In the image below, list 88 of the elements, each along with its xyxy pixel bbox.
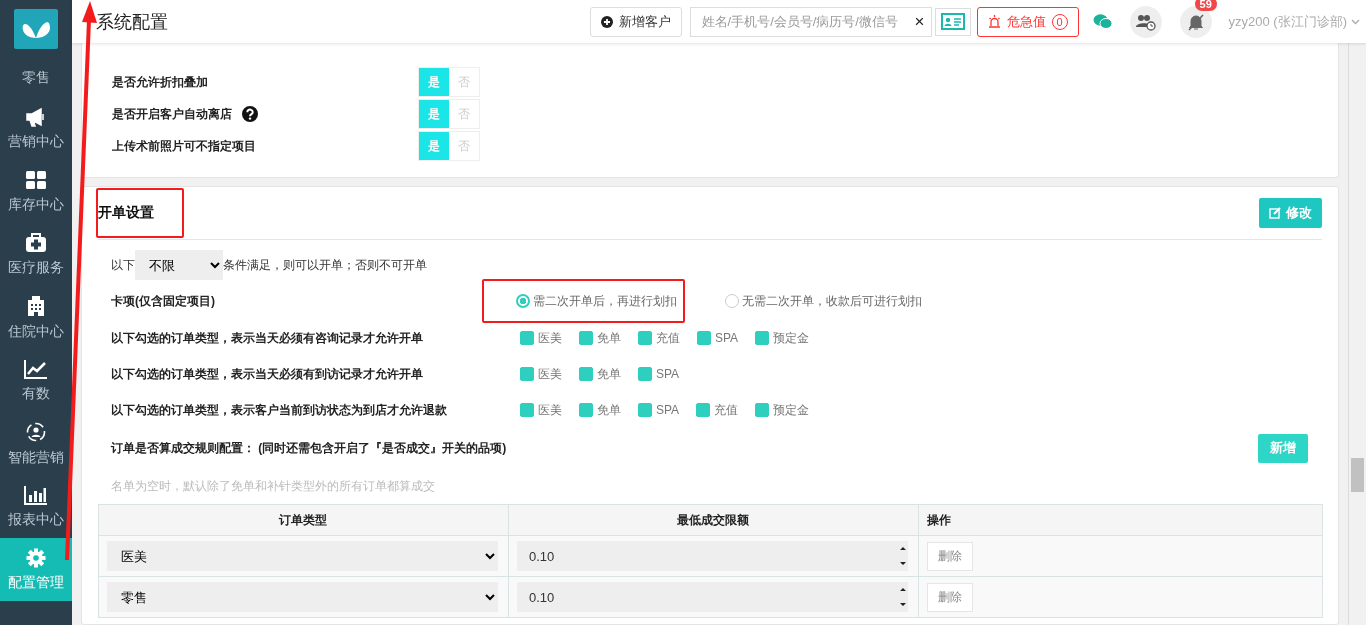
plus-circle-icon xyxy=(600,15,613,28)
checkbox-label[interactable]: 免单 xyxy=(597,329,621,347)
spinner-icon[interactable] xyxy=(899,586,906,608)
grid-icon xyxy=(25,169,47,190)
setting-label: 以下勾选的订单类型，表示当天必须有咨询记录才允许开单 xyxy=(111,329,424,347)
megaphone-icon xyxy=(25,106,47,127)
user-menu[interactable]: yzy200 (张江门诊部) xyxy=(1228,12,1360,31)
medkit-icon xyxy=(25,232,47,253)
checkbox-label[interactable]: 医美 xyxy=(538,401,562,419)
checkbox[interactable] xyxy=(579,331,593,345)
checkbox-label[interactable]: 预定金 xyxy=(773,401,810,419)
settings-icon xyxy=(26,547,46,568)
sidebar-item[interactable]: 零售 xyxy=(0,63,72,97)
wechat-icon[interactable] xyxy=(1092,13,1113,30)
column-header: 最低成交限额 xyxy=(508,504,919,536)
checkbox-label[interactable]: SPA xyxy=(715,331,739,345)
order-type-select[interactable]: 医美 xyxy=(107,541,498,571)
setting-label: 订单是否算成交规则配置： (同时还需包含开启了『是否成交』开关的品项) xyxy=(111,439,507,457)
setting-label: 是否允许折扣叠加 xyxy=(112,73,208,91)
id-card-button[interactable] xyxy=(934,7,971,36)
checkbox[interactable] xyxy=(520,331,534,345)
line-chart-icon xyxy=(24,358,48,379)
setting-label: 卡项(仅含固定项目) xyxy=(111,292,216,310)
checkbox[interactable] xyxy=(520,367,534,381)
bar-chart-icon xyxy=(24,484,48,505)
checkbox-label[interactable]: SPA xyxy=(656,367,680,381)
sidebar-item[interactable]: 报表中心 xyxy=(0,475,72,538)
spinner-icon[interactable] xyxy=(899,545,906,567)
checkbox-label[interactable]: 充值 xyxy=(656,329,680,347)
help-icon[interactable] xyxy=(242,106,258,122)
setting-label: 以下勾选的订单类型，表示客户当前到访状态为到店才允许退款 xyxy=(111,401,448,419)
hospital-building-icon xyxy=(27,294,45,317)
checkbox-label[interactable]: 医美 xyxy=(538,329,562,347)
order-type-select[interactable]: 零售 xyxy=(107,582,498,612)
muted-bell-icon xyxy=(1186,12,1205,31)
caret-icon xyxy=(1351,18,1360,25)
sidebar-item[interactable]: 库存中心 xyxy=(0,160,72,223)
sidebar-item[interactable]: 医疗服务 xyxy=(0,223,72,286)
condition-text: 条件满足，则可以开单；否则不可开单 xyxy=(223,256,427,274)
critical-value-button[interactable]: 危急值 0 xyxy=(976,6,1079,37)
setting-label: 是否开启客户自动离店 xyxy=(112,105,232,123)
condition-select[interactable]: 不限 xyxy=(135,250,223,280)
hint-text: 名单为空时，默认除了免单和补针类型外的所有订单都算成交 xyxy=(111,477,436,495)
checkbox[interactable] xyxy=(697,331,711,345)
sidebar-item[interactable]: 住院中心 xyxy=(0,286,72,349)
checkbox[interactable] xyxy=(638,403,652,417)
checkbox[interactable] xyxy=(696,403,711,417)
checkbox[interactable] xyxy=(579,367,593,381)
checkbox[interactable] xyxy=(755,403,770,417)
checkbox[interactable] xyxy=(579,403,593,417)
setting-label: 以下勾选的订单类型，表示当天必须有到访记录才允许开单 xyxy=(111,365,424,383)
edit-icon xyxy=(1269,207,1281,219)
page-title: 系统配置 xyxy=(96,10,169,34)
setting-label: 上传术前照片可不指定项目 xyxy=(112,137,256,155)
checkbox[interactable] xyxy=(520,403,534,417)
butterfly-logo xyxy=(14,9,58,49)
checkbox-label[interactable]: 充值 xyxy=(714,401,739,419)
column-header: 订单类型 xyxy=(98,504,509,536)
checkbox[interactable] xyxy=(638,331,652,345)
section-title: 开单设置 xyxy=(96,188,184,238)
sidebar-item[interactable]: 有数 xyxy=(0,349,72,412)
scrollbar[interactable] xyxy=(1348,43,1366,625)
search-field[interactable]: 姓名/手机号/会员号/病历号/微信号 × xyxy=(689,6,932,37)
checkbox-label[interactable]: SPA xyxy=(656,403,680,417)
checkbox-label[interactable]: 免单 xyxy=(597,365,621,383)
sidebar-item[interactable]: 智能营销 xyxy=(0,412,72,475)
checkbox-label[interactable]: 免单 xyxy=(597,401,621,419)
checkbox[interactable] xyxy=(755,331,770,345)
checkbox-label[interactable]: 医美 xyxy=(538,365,562,383)
user-group-icon xyxy=(1134,12,1157,31)
condition-prefix: 以下 xyxy=(111,256,135,274)
radio-label[interactable]: 无需二次开单，收款后可进行划扣 xyxy=(742,292,922,310)
delete-button[interactable]: 删除 xyxy=(926,582,973,612)
amount-field[interactable]: 0.10 xyxy=(516,541,908,571)
id-card-icon xyxy=(940,13,965,30)
delete-button[interactable]: 删除 xyxy=(926,541,973,571)
checkbox-label[interactable]: 预定金 xyxy=(773,329,810,347)
amount-field[interactable]: 0.10 xyxy=(516,582,908,612)
user-network-icon xyxy=(25,420,47,443)
sidebar-item[interactable]: 营销中心 xyxy=(0,97,72,160)
group-clock-button[interactable] xyxy=(1129,5,1162,38)
new-customer-button[interactable]: 新增客户 xyxy=(589,6,682,37)
notification-badge: 59 xyxy=(1194,0,1217,11)
clear-button[interactable]: × xyxy=(914,11,925,32)
radio-button[interactable] xyxy=(516,294,530,308)
alarm-light-icon xyxy=(987,15,1001,28)
column-header: 操作 xyxy=(918,504,1323,536)
checkbox[interactable] xyxy=(638,367,652,381)
